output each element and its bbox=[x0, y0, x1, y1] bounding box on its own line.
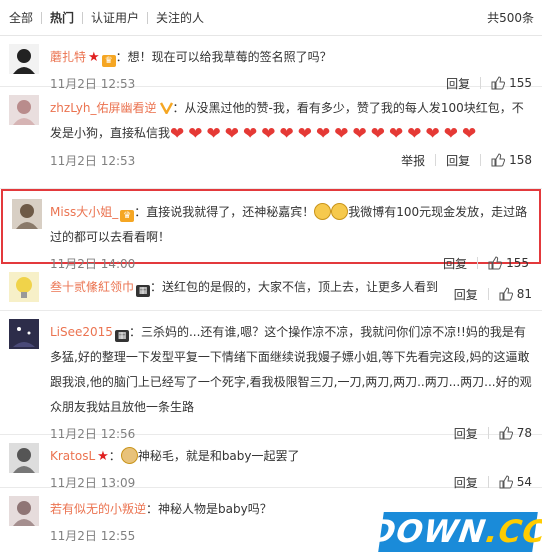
tab-hot[interactable]: 热门 bbox=[50, 9, 82, 26]
heart-icon: ❤ bbox=[170, 124, 185, 144]
comment-text: ：送红包的是假的，大家不信，顶上去，让更多人看到 bbox=[150, 280, 439, 294]
star-icon: ★ bbox=[88, 50, 100, 65]
heart-icon: ❤ bbox=[261, 124, 276, 144]
comment-body: 蘑扎特 ★ ♛ ：想！现在可以给我草莓的签名照了吗？ bbox=[50, 45, 532, 70]
doge-emoji-icon bbox=[120, 447, 138, 464]
comment-body: Miss大小姐_ ♛ ：直接说我就得了，还神秘嘉宾！ 我微博有100元现金发放，走过路… bbox=[50, 200, 529, 250]
like-count: 54 bbox=[516, 475, 532, 489]
vip-crown-icon: ♛ bbox=[120, 210, 135, 222]
heart-icon: ❤ bbox=[407, 124, 422, 144]
comment-body: LiSee2015 ▦ ：三杀妈的...还有谁,嗯？这个操作凉不凉，我就问你们凉不凉… bbox=[50, 320, 532, 420]
comment-item: KratosL ★： 神秘毛，就是和baby一起罢了 11月2日 13:09 回复 … bbox=[0, 435, 542, 490]
avatar[interactable] bbox=[12, 199, 42, 229]
avatar[interactable] bbox=[9, 319, 39, 349]
heart-icon: ❤ bbox=[316, 124, 331, 144]
comment-item: 叁十贰絛紅领巾 ▦ ：送红包的是假的，大家不信，顶上去，让更多人看到 回复 81 bbox=[0, 264, 542, 311]
report-button[interactable]: 举报 bbox=[391, 152, 435, 169]
comment-body: zhzLyh_佑屏幽看逆 ：从没黑过他的赞-我，看有多少，赞了我的每人发100块红… bbox=[50, 96, 532, 147]
highlighted-comment: Miss大小姐_ ♛ ：直接说我就得了，还神秘嘉宾！ 我微博有100元现金发放，走过路… bbox=[1, 189, 541, 271]
comment-text: 神秘毛，就是和baby一起罢了 bbox=[137, 449, 300, 463]
avatar[interactable] bbox=[9, 44, 39, 74]
tab-following[interactable]: 关注的人 bbox=[156, 9, 212, 26]
smirk-emoji-icon bbox=[314, 203, 332, 220]
avatar[interactable] bbox=[9, 496, 39, 526]
username[interactable]: zhzLyh_佑屏幽看逆 bbox=[50, 101, 157, 115]
vip-badge-icon: ▦ bbox=[136, 285, 151, 297]
heart-icon: ❤ bbox=[334, 124, 349, 144]
heart-icon: ❤ bbox=[443, 124, 459, 144]
comment-text: ：神秘人物是baby吗？ bbox=[146, 502, 272, 516]
like-count: 81 bbox=[516, 287, 532, 301]
comment-text: ：想！现在可以给我草莓的签名照了吗？ bbox=[115, 50, 332, 64]
avatar[interactable] bbox=[9, 272, 39, 302]
comment-body: KratosL ★： 神秘毛，就是和baby一起罢了 bbox=[50, 447, 300, 464]
username[interactable]: Miss大小姐_ bbox=[50, 205, 118, 219]
comment-meta: 11月2日 12:53 举报 回复 158 bbox=[50, 147, 532, 173]
username[interactable]: 若有似无的小叛逆 bbox=[50, 502, 146, 516]
username[interactable]: KratosL bbox=[50, 449, 95, 463]
watermark-text: DOWN bbox=[367, 514, 489, 550]
heart-icon: ❤ bbox=[206, 124, 221, 144]
tab-divider bbox=[82, 11, 84, 24]
watermark-suffix: .CC bbox=[483, 514, 542, 550]
star-icon: ★ bbox=[97, 449, 109, 464]
tab-divider bbox=[41, 11, 43, 24]
down-cc-watermark: DOWN .CC bbox=[367, 512, 542, 552]
heart-icon: ❤ bbox=[462, 124, 477, 144]
like-button[interactable]: 158 bbox=[481, 153, 532, 167]
like-button[interactable]: 81 bbox=[489, 287, 532, 301]
avatar[interactable] bbox=[9, 95, 39, 125]
comment-actions: 回复 81 bbox=[444, 286, 532, 303]
heart-icon: ❤ bbox=[389, 124, 404, 144]
username[interactable]: 叁十贰絛紅领巾 bbox=[50, 280, 134, 294]
heart-icon: ❤ bbox=[243, 124, 258, 144]
heart-icon: ❤ bbox=[425, 124, 440, 144]
thumbs-up-icon bbox=[499, 475, 513, 489]
heart-icon: ❤ bbox=[370, 124, 386, 144]
comment-text: ：直接说我就得了，还神秘嘉宾！ bbox=[134, 205, 315, 219]
tab-all[interactable]: 全部 bbox=[9, 9, 41, 26]
heart-icon: ❤ bbox=[297, 124, 313, 144]
thumbs-up-icon bbox=[499, 287, 513, 301]
comment-item: zhzLyh_佑屏幽看逆 ：从没黑过他的赞-我，看有多少，赞了我的每人发100块红… bbox=[0, 87, 542, 189]
like-button[interactable]: 54 bbox=[489, 475, 532, 489]
tab-divider bbox=[147, 11, 149, 24]
like-count: 158 bbox=[509, 153, 532, 167]
thumbs-up-icon bbox=[491, 153, 506, 167]
verified-v-icon bbox=[159, 98, 173, 116]
comment-actions: 举报 回复 158 bbox=[391, 152, 532, 169]
timestamp: 11月2日 12:53 bbox=[50, 153, 136, 168]
comment-item: LiSee2015 ▦ ：三杀妈的...还有谁,嗯？这个操作凉不凉，我就问你们凉不凉… bbox=[0, 311, 542, 441]
reply-button[interactable]: 回复 bbox=[436, 152, 480, 169]
tab-verified-users[interactable]: 认证用户 bbox=[91, 9, 147, 26]
comment-count: 共500条 bbox=[487, 11, 534, 25]
comment-item: 蘑扎特 ★ ♛ ：想！现在可以给我草莓的签名照了吗？ 11月2日 12:53 回复 1… bbox=[0, 36, 542, 91]
timestamp: 11月2日 12:55 bbox=[50, 528, 136, 543]
vip-badge-icon: ▦ bbox=[114, 330, 129, 342]
heart-icon: ❤ bbox=[224, 124, 240, 144]
username[interactable]: LiSee2015 bbox=[50, 325, 113, 339]
vip-crown-icon: ♛ bbox=[101, 55, 116, 67]
avatar[interactable] bbox=[9, 443, 39, 473]
smirk-emoji-icon bbox=[331, 203, 349, 220]
heart-icon: ❤ bbox=[279, 124, 294, 144]
heart-icon: ❤ bbox=[352, 124, 367, 144]
username[interactable]: 蘑扎特 bbox=[50, 50, 86, 64]
heart-icon: ❤ bbox=[188, 124, 203, 144]
comment-meta: 回复 81 bbox=[444, 286, 532, 302]
heart-emoji-row: ❤ ❤ ❤ ❤ ❤ ❤ ❤ ❤ ❤ ❤ ❤ ❤ ❤ ❤ ❤ ❤ ❤ bbox=[170, 124, 480, 144]
comment-tabs: 全部 热门 认证用户 关注的人 共500条 bbox=[0, 0, 542, 36]
reply-button[interactable]: 回复 bbox=[444, 286, 488, 303]
